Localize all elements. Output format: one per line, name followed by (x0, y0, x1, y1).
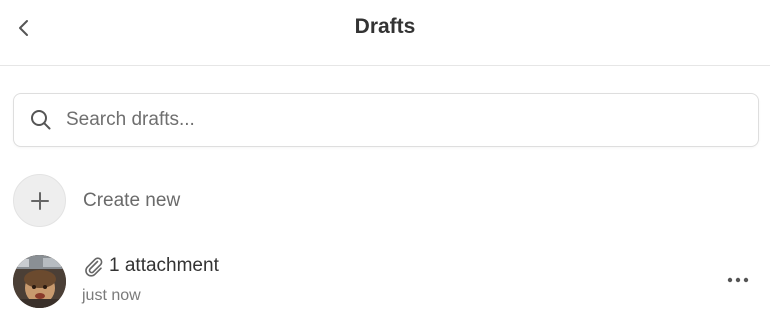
create-new-circle[interactable] (13, 174, 66, 227)
search-bar[interactable] (13, 93, 759, 147)
paperclip-icon (85, 257, 103, 277)
page-title: Drafts (354, 15, 416, 38)
draft-list-item[interactable]: 1 attachment just now (0, 244, 770, 320)
draft-attachment-info: 1 attachment (82, 255, 219, 277)
plus-icon (30, 191, 49, 210)
search-input[interactable] (66, 104, 746, 136)
create-new-button[interactable]: Create new (13, 174, 180, 227)
header: Drafts (0, 0, 770, 66)
search-icon (31, 110, 51, 130)
create-new-label: Create new (83, 189, 181, 211)
draft-timestamp: just now (82, 287, 141, 304)
more-horizontal-icon (727, 277, 749, 283)
attachment-count: 1 attachment (109, 255, 219, 276)
drafts-screen: Drafts Create new (0, 0, 770, 320)
avatar (13, 255, 66, 308)
draft-more-button[interactable] (724, 268, 752, 292)
